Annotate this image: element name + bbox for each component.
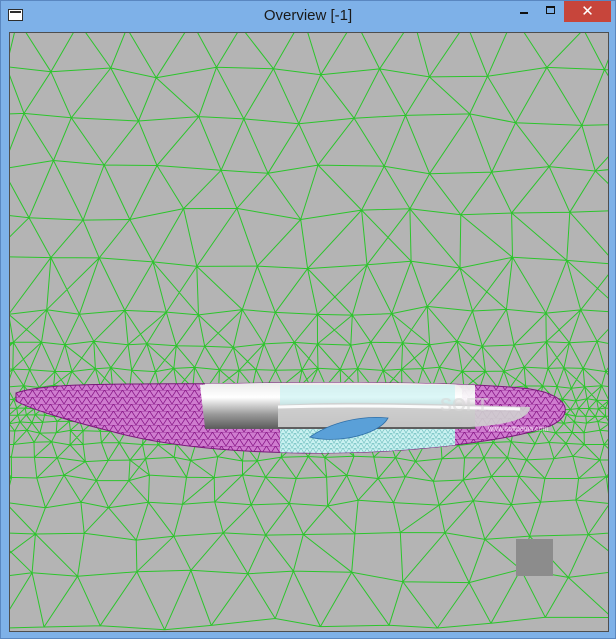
close-button[interactable]: ✕ [564,1,611,22]
maximize-button[interactable] [538,1,564,22]
gray-square-marker [516,539,553,576]
minimize-button[interactable] [510,1,538,22]
minimize-icon [520,12,528,14]
title-bar[interactable]: Overview [-1] ✕ [1,1,615,31]
watermark-logo: SOFT [440,395,488,415]
3d-viewport[interactable]: SOFT www.softpedia.com [9,32,609,632]
close-icon: ✕ [581,2,594,20]
maximize-icon [546,6,555,14]
watermark-url: www.softpedia.com [487,426,548,433]
app-window: Overview [-1] ✕ SOFT www.softpedia.com [0,0,616,639]
